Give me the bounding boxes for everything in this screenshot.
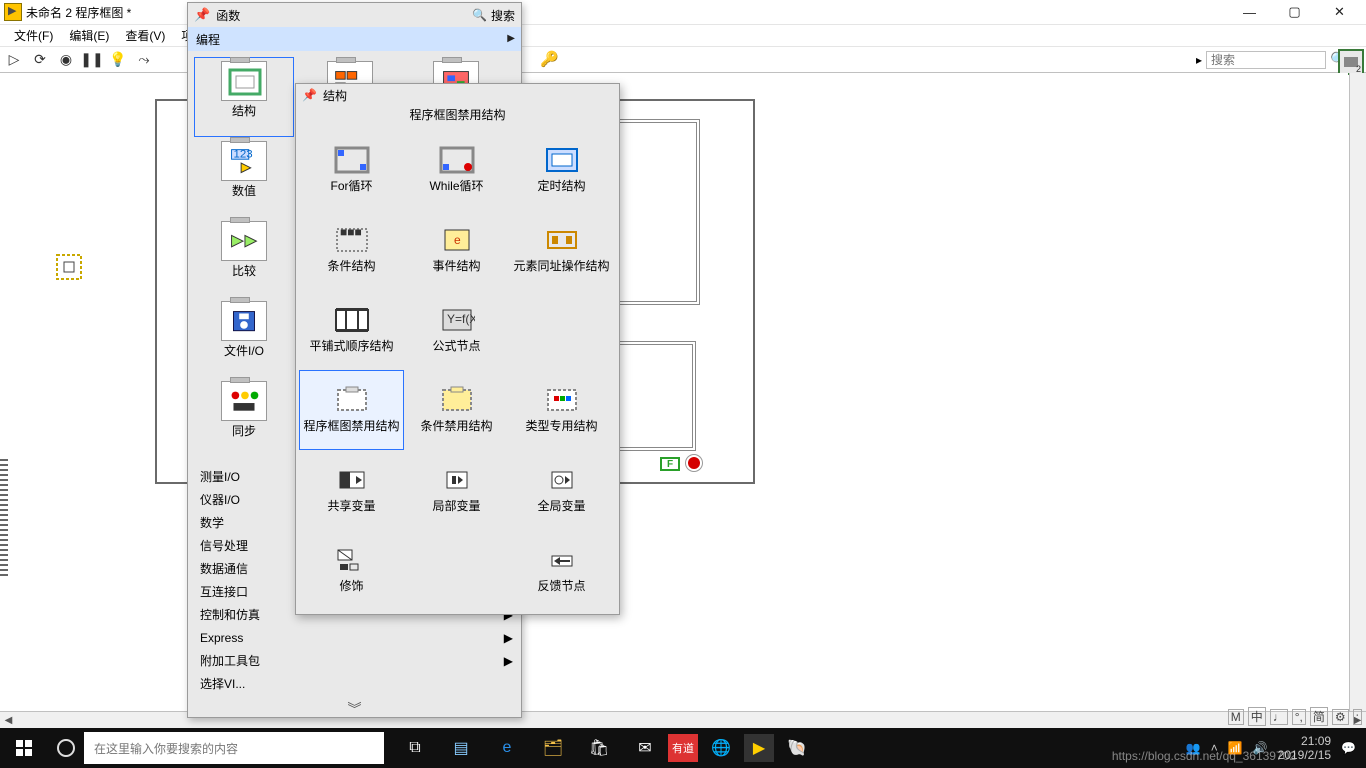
wiring-cursor-icon <box>55 253 83 281</box>
sub-item-shared-variable[interactable]: 共享变量 <box>299 450 404 530</box>
status-token[interactable]: : <box>1353 709 1362 725</box>
vi-icon-connector[interactable]: 2 <box>1338 49 1364 75</box>
palette-item-fileio[interactable]: 文件I/O <box>194 297 294 377</box>
search-chevron-icon[interactable]: ▸ <box>1196 53 1202 67</box>
status-token[interactable]: °, <box>1292 709 1306 725</box>
run-icon[interactable]: ▷ <box>6 52 22 68</box>
status-token[interactable]: M <box>1228 709 1244 725</box>
sub-item-inplace-structure[interactable]: 元素同址操作结构 <box>509 210 614 290</box>
taskbar-search-input[interactable]: 在这里输入你要搜索的内容 <box>84 732 384 764</box>
chevron-right-icon: ▶ <box>507 33 515 44</box>
stop-terminal[interactable] <box>688 457 700 469</box>
window-maximize-button[interactable]: ▢ <box>1272 0 1317 25</box>
run-continuous-icon[interactable]: ⟳ <box>32 52 48 68</box>
taskbar-edge-icon[interactable]: e <box>484 728 530 768</box>
status-token[interactable]: ⚙ <box>1332 709 1349 725</box>
toolbar-search-input[interactable] <box>1206 51 1326 69</box>
taskbar-labview-icon[interactable]: ▶ <box>744 734 774 762</box>
task-view-icon[interactable]: ⧉ <box>392 728 438 768</box>
window-title: 未命名 2 程序框图 * <box>26 4 131 21</box>
canvas-resize-handle[interactable] <box>0 459 8 579</box>
window-minimize-button[interactable]: — <box>1227 0 1272 25</box>
palette-item-label: 同步 <box>232 425 256 438</box>
sub-item-flat-sequence[interactable]: 平铺式顺序结构 <box>299 290 404 370</box>
taskbar-mail-icon[interactable]: ✉ <box>622 728 668 768</box>
svg-text:e: e <box>454 233 461 247</box>
step-icon[interactable]: ⤳ <box>136 52 152 68</box>
sub-item-event-structure[interactable]: e 事件结构 <box>404 210 509 290</box>
status-token[interactable]: 简 <box>1310 707 1328 726</box>
taskbar-app[interactable]: ▤ <box>438 728 484 768</box>
taskbar-store-icon[interactable]: 🛍 <box>576 728 622 768</box>
palette-title: 函数 <box>216 7 240 24</box>
pause-icon[interactable]: ❚❚ <box>84 52 100 68</box>
tray-notifications-icon[interactable]: 💬 <box>1341 741 1356 755</box>
start-button[interactable] <box>0 728 48 768</box>
sub-item-global-variable[interactable]: 全局变量 <box>509 450 614 530</box>
csdn-watermark: https://blog.csdn.net/qq_36139702 <box>1112 749 1296 763</box>
structures-subpalette: 📌 结构 程序框图禁用结构 For循环 While循环 定时结构 ■■■ 条件结… <box>295 83 620 615</box>
abort-icon[interactable]: ◉ <box>58 52 74 68</box>
sub-item-conditional-disable[interactable]: 条件禁用结构 <box>404 370 509 450</box>
palette-header: 📌 函数 🔍 搜索 <box>188 3 521 27</box>
palette-category-label: 编程 <box>196 31 220 48</box>
menu-file[interactable]: 文件(F) <box>6 25 61 46</box>
menu-view[interactable]: 查看(V) <box>117 25 173 46</box>
palette-item-comparison[interactable]: 比较 <box>194 217 294 297</box>
palette-item-structures[interactable]: 结构 <box>194 57 294 137</box>
palette-cat-addons[interactable]: 附加工具包▶ <box>188 649 521 672</box>
palette-item-label: 结构 <box>232 105 256 118</box>
cortana-button[interactable] <box>48 739 84 757</box>
window-close-button[interactable]: ✕ <box>1317 0 1362 25</box>
sub-item-timed-structure[interactable]: 定时结构 <box>509 130 614 210</box>
palette-item-sync[interactable]: 同步 <box>194 377 294 457</box>
palette-item-label: 文件I/O <box>224 345 264 358</box>
taskbar-app[interactable]: 有道 <box>668 734 698 762</box>
loop-condition-terminal[interactable]: F <box>660 457 680 471</box>
taskbar-explorer-icon[interactable]: 🗂 <box>530 728 576 768</box>
palette-item-label: 比较 <box>232 265 256 278</box>
svg-text:■■■: ■■■ <box>340 226 362 239</box>
labview-app-icon <box>4 3 22 21</box>
palette-item-label: 数值 <box>232 185 256 198</box>
palette-item-numeric[interactable]: 123 数值 <box>194 137 294 217</box>
highlight-icon[interactable]: 💡 <box>110 52 126 68</box>
sub-item-feedback-node[interactable]: 反馈节点 <box>509 530 614 610</box>
sub-item-while-loop[interactable]: While循环 <box>404 130 509 210</box>
key-icon: 🔑 <box>540 50 559 68</box>
palette-cat-express[interactable]: Express▶ <box>188 626 521 649</box>
menu-edit[interactable]: 编辑(E) <box>61 25 117 46</box>
taskbar-app[interactable]: 🐚 <box>774 728 820 768</box>
status-token[interactable]: 中 <box>1248 707 1266 726</box>
svg-text:Y=f(X): Y=f(X) <box>447 312 475 326</box>
sub-item-decorations[interactable]: 修饰 <box>299 530 404 610</box>
sub-item-case-structure[interactable]: ■■■ 条件结构 <box>299 210 404 290</box>
sub-item-diagram-disable[interactable]: 程序框图禁用结构 <box>299 370 404 450</box>
subpalette-subtitle: 程序框图禁用结构 <box>296 106 619 126</box>
vertical-scrollbar[interactable] <box>1349 73 1366 711</box>
palette-search[interactable]: 🔍 搜索 <box>472 7 515 24</box>
palette-cat-select-vi[interactable]: 选择VI... <box>188 672 521 695</box>
status-token[interactable]: ♩ <box>1270 709 1288 725</box>
ime-status-strip: M 中 ♩ °, 简 ⚙ : <box>1228 707 1362 726</box>
taskbar-chrome-icon[interactable]: 🌐 <box>698 728 744 768</box>
svg-text:123: 123 <box>233 148 252 160</box>
sub-item-formula-node[interactable]: Y=f(X) 公式节点 <box>404 290 509 370</box>
scroll-left-icon[interactable]: ◀ <box>0 712 17 729</box>
palette-category-programming[interactable]: 编程 ▶ <box>188 27 521 51</box>
palette-expander[interactable]: ︾ <box>188 699 521 717</box>
sub-item-type-specialization[interactable]: 类型专用结构 <box>509 370 614 450</box>
pin-icon[interactable]: 📌 <box>302 88 317 102</box>
pin-icon[interactable]: 📌 <box>194 7 210 23</box>
sub-item-local-variable[interactable]: 局部变量 <box>404 450 509 530</box>
subpalette-title: 结构 <box>323 87 347 104</box>
toolbar-search: ▸ 🔍 ? <box>1196 51 1360 69</box>
sub-item-for-loop[interactable]: For循环 <box>299 130 404 210</box>
windows-taskbar: 在这里输入你要搜索的内容 ⧉ ▤ e 🗂 🛍 ✉ 有道 🌐 ▶ 🐚 https:… <box>0 728 1366 768</box>
